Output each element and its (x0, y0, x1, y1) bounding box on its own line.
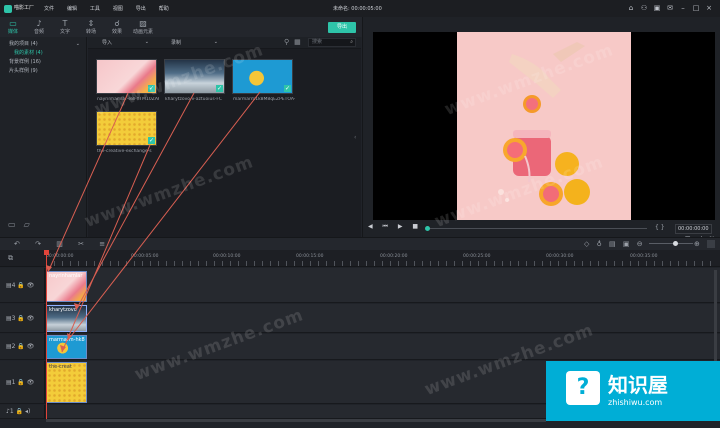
arrow-line-1 (47, 92, 129, 273)
video-editor-window: 喵影工厂 文件 编辑 工具 视图 导出 帮助 未命名: 00:00:05:00 … (0, 0, 720, 428)
badge-url: zhishiwu.com (608, 398, 663, 407)
question-icon: ? (566, 371, 600, 405)
arrow-head-4 (60, 345, 66, 352)
site-badge: ? 知识屋 zhishiwu.com (546, 361, 720, 421)
badge-title: 知识屋 (608, 373, 668, 397)
arrow-line-4 (61, 144, 151, 353)
